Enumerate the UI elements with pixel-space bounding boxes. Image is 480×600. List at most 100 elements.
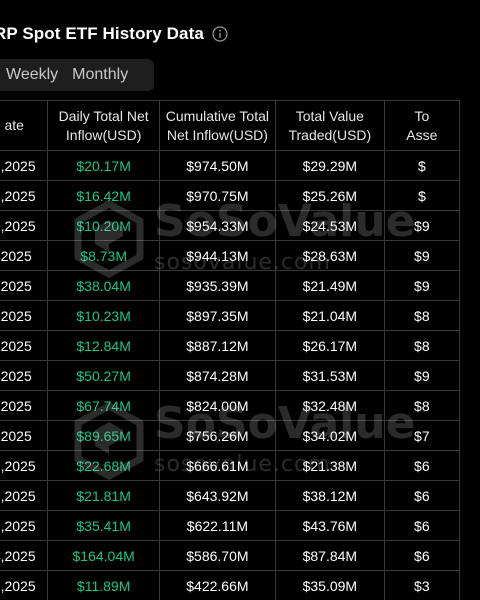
cell-date: ,2025 xyxy=(0,360,49,391)
cell-total-net-assets: $8 xyxy=(383,300,461,331)
cell-daily-net-inflow: $16.42M xyxy=(47,180,160,211)
cell-date: ,2025 xyxy=(0,330,49,361)
table-row[interactable]: 1,2025$11.89M$422.66M$35.09M$3 xyxy=(0,570,461,600)
cell-total-value-traded: $28.63M xyxy=(274,240,385,271)
cell-total-net-assets: $9 xyxy=(383,210,461,241)
cell-cumulative-net-inflow: $756.26M xyxy=(158,420,276,451)
column-header-total-net-assets[interactable]: To Asse xyxy=(383,100,461,151)
cell-cumulative-net-inflow: $666.61M xyxy=(158,450,276,481)
cell-daily-net-inflow: $89.65M xyxy=(47,420,160,451)
table-row[interactable]: ,2025 $89.65M $756.26M $34.02M $7 xyxy=(0,420,461,451)
cell-date: ,2025 xyxy=(0,270,49,301)
cell-daily-net-inflow: $21.81M xyxy=(47,480,160,511)
cell-total-value-traded: $32.48M xyxy=(274,390,385,421)
table-row[interactable]: ,2025 $8.73M $944.13M $28.63M $9 xyxy=(0,240,461,271)
table-row[interactable]: 1,2025$16.42M$970.75M$25.26M$ xyxy=(0,180,461,211)
cell-cumulative-net-inflow: $974.50M xyxy=(158,150,276,181)
tab-monthly[interactable]: Monthly xyxy=(72,66,128,84)
cell-total-value-traded: $24.53M xyxy=(274,210,385,241)
cell-total-net-assets: $3 xyxy=(383,570,461,600)
cell-total-value-traded: $21.04M xyxy=(274,300,385,331)
cell-date: ,2025 xyxy=(0,390,49,421)
table-row[interactable]: 6,2025$21.81M$643.92M$38.12M$6 xyxy=(0,480,461,511)
table-body: 2,2025$20.17M$974.50M$29.29M$1,2025$16.4… xyxy=(0,150,461,600)
cell-date: ,2025 xyxy=(0,300,49,331)
cell-total-net-assets: $ xyxy=(383,180,461,211)
cell-total-value-traded: $31.53M xyxy=(274,360,385,391)
cell-cumulative-net-inflow: $874.28M xyxy=(158,360,276,391)
column-header-date[interactable]: ate xyxy=(0,100,49,151)
cell-total-value-traded: $25.26M xyxy=(274,180,385,211)
cell-total-net-assets: $8 xyxy=(383,390,461,421)
cell-total-net-assets: $6 xyxy=(383,450,461,481)
cell-cumulative-net-inflow: $887.12M xyxy=(158,330,276,361)
cell-date: 5,2025 xyxy=(0,510,49,541)
cell-total-value-traded: $29.29M xyxy=(274,150,385,181)
etf-history-screen: RP Spot ETF History Data Weekly Monthly … xyxy=(0,0,480,600)
cell-total-value-traded: $21.38M xyxy=(274,450,385,481)
cell-daily-net-inflow: $35.41M xyxy=(47,510,160,541)
cell-total-net-assets: $ xyxy=(383,150,461,181)
table-row[interactable]: ,2025 $50.27M $874.28M $31.53M $9 xyxy=(0,360,461,391)
cell-cumulative-net-inflow: $422.66M xyxy=(158,570,276,600)
table-row[interactable]: 4,2025$164.04M$586.70M$87.84M$6 xyxy=(0,540,461,571)
cell-date: 8,2025 xyxy=(0,450,49,481)
cell-date: 6,2025 xyxy=(0,480,49,511)
cell-date: 1,2025 xyxy=(0,570,49,600)
cell-total-net-assets: $7 xyxy=(383,420,461,451)
cell-cumulative-net-inflow: $643.92M xyxy=(158,480,276,511)
cell-cumulative-net-inflow: $824.00M xyxy=(158,390,276,421)
table-row[interactable]: 8,2025$22.68M$666.61M$21.38M$6 xyxy=(0,450,461,481)
cell-total-net-assets: $9 xyxy=(383,360,461,391)
column-header-daily-net-inflow[interactable]: Daily Total Net Inflow(USD) xyxy=(47,100,160,151)
cell-cumulative-net-inflow: $970.75M xyxy=(158,180,276,211)
cell-daily-net-inflow: $164.04M xyxy=(47,540,160,571)
cell-total-value-traded: $43.76M xyxy=(274,510,385,541)
cell-total-net-assets: $6 xyxy=(383,480,461,511)
cell-daily-net-inflow: $11.89M xyxy=(47,570,160,600)
cell-total-net-assets: $6 xyxy=(383,540,461,571)
cell-total-value-traded: $35.09M xyxy=(274,570,385,600)
cell-total-net-assets: $9 xyxy=(383,240,461,271)
page-title: RP Spot ETF History Data xyxy=(0,24,204,43)
cell-total-value-traded: $26.17M xyxy=(274,330,385,361)
period-tabs: Weekly Monthly xyxy=(0,59,154,91)
table-row[interactable]: ,2025 $12.84M $887.12M $26.17M $8 xyxy=(0,330,461,361)
cell-date: ,2025 xyxy=(0,240,49,271)
table-row[interactable]: 0,2025$10.20M$954.33M$24.53M$9 xyxy=(0,210,461,241)
cell-daily-net-inflow: $8.73M xyxy=(47,240,160,271)
cell-total-net-assets: $9 xyxy=(383,270,461,301)
column-header-cumulative-net-inflow[interactable]: Cumulative Total Net Inflow(USD) xyxy=(158,100,276,151)
cell-total-value-traded: $34.02M xyxy=(274,420,385,451)
cell-daily-net-inflow: $12.84M xyxy=(47,330,160,361)
cell-date: 0,2025 xyxy=(0,210,49,241)
table-row[interactable]: ,2025 $38.04M $935.39M $21.49M $9 xyxy=(0,270,461,301)
cell-date: 1,2025 xyxy=(0,180,49,211)
table-row[interactable]: ,2025 $67.74M $824.00M $32.48M $8 xyxy=(0,390,461,421)
table-row[interactable]: ,2025 $10.23M $897.35M $21.04M $8 xyxy=(0,300,461,331)
tab-weekly[interactable]: Weekly xyxy=(6,66,58,84)
cell-total-net-assets: $8 xyxy=(383,330,461,361)
cell-daily-net-inflow: $10.23M xyxy=(47,300,160,331)
cell-cumulative-net-inflow: $944.13M xyxy=(158,240,276,271)
table-row[interactable]: 2,2025$20.17M$974.50M$29.29M$ xyxy=(0,150,461,181)
cell-total-value-traded: $87.84M xyxy=(274,540,385,571)
column-header-total-value-traded[interactable]: Total Value Traded(USD) xyxy=(274,100,385,151)
cell-cumulative-net-inflow: $935.39M xyxy=(158,270,276,301)
cell-date: ,2025 xyxy=(0,420,49,451)
cell-cumulative-net-inflow: $897.35M xyxy=(158,300,276,331)
table-header-row: ate Daily Total Net Inflow(USD) Cumulativ… xyxy=(0,100,461,151)
cell-cumulative-net-inflow: $622.11M xyxy=(158,510,276,541)
cell-date: 4,2025 xyxy=(0,540,49,571)
cell-daily-net-inflow: $38.04M xyxy=(47,270,160,301)
cell-date: 2,2025 xyxy=(0,150,49,181)
cell-cumulative-net-inflow: $586.70M xyxy=(158,540,276,571)
cell-daily-net-inflow: $22.68M xyxy=(47,450,160,481)
cell-daily-net-inflow: $67.74M xyxy=(47,390,160,421)
table-row[interactable]: 5,2025$35.41M$622.11M$43.76M$6 xyxy=(0,510,461,541)
cell-total-value-traded: $38.12M xyxy=(274,480,385,511)
info-icon[interactable] xyxy=(212,26,228,42)
cell-daily-net-inflow: $10.20M xyxy=(47,210,160,241)
title-row: RP Spot ETF History Data xyxy=(0,22,228,46)
cell-daily-net-inflow: $50.27M xyxy=(47,360,160,391)
